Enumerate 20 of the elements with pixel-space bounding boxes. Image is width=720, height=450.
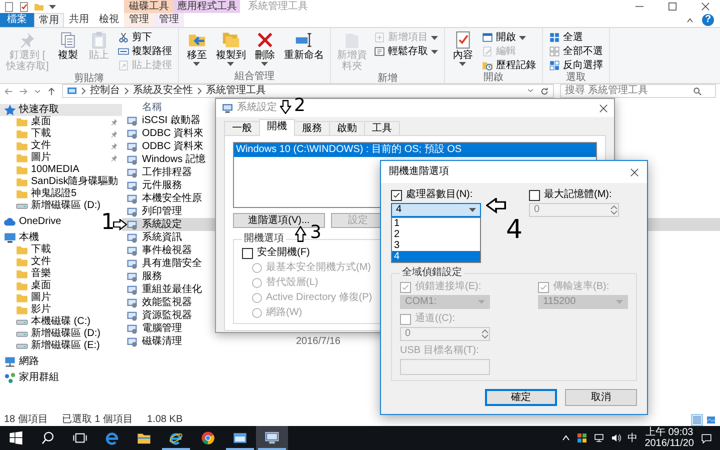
dialog-title: 系統設定 — [237, 102, 277, 114]
window-title: 系統管理工具 — [247, 0, 308, 13]
status-text: 18 個項目 — [4, 414, 48, 426]
date-text: 2016/7/16 — [296, 336, 340, 348]
annotation-number: 1 — [101, 212, 115, 234]
context-tab-header: 應用程式工具 — [174, 0, 240, 13]
annotation-number: 2 — [294, 97, 306, 115]
group-label: 選取 — [564, 72, 587, 84]
group-label: 全域偵錯設定 — [401, 267, 463, 279]
annotation-number: 4 — [506, 217, 523, 243]
dialog-title: 開機進階選項 — [389, 166, 449, 178]
status-text: 1.08 KB — [147, 414, 183, 426]
group-label: 開機選項 — [243, 233, 285, 245]
field-label: USB 目標名稱(T): — [400, 345, 479, 357]
context-tab-header: 磁碟工具 — [124, 0, 174, 13]
group-label: 剪貼簿 — [72, 73, 105, 84]
group-label: 新增 — [376, 73, 398, 85]
group-label: 開啟 — [482, 72, 504, 84]
status-text: 已選取 1 個項目 — [62, 414, 134, 426]
group-label: 組合管理 — [233, 71, 276, 83]
